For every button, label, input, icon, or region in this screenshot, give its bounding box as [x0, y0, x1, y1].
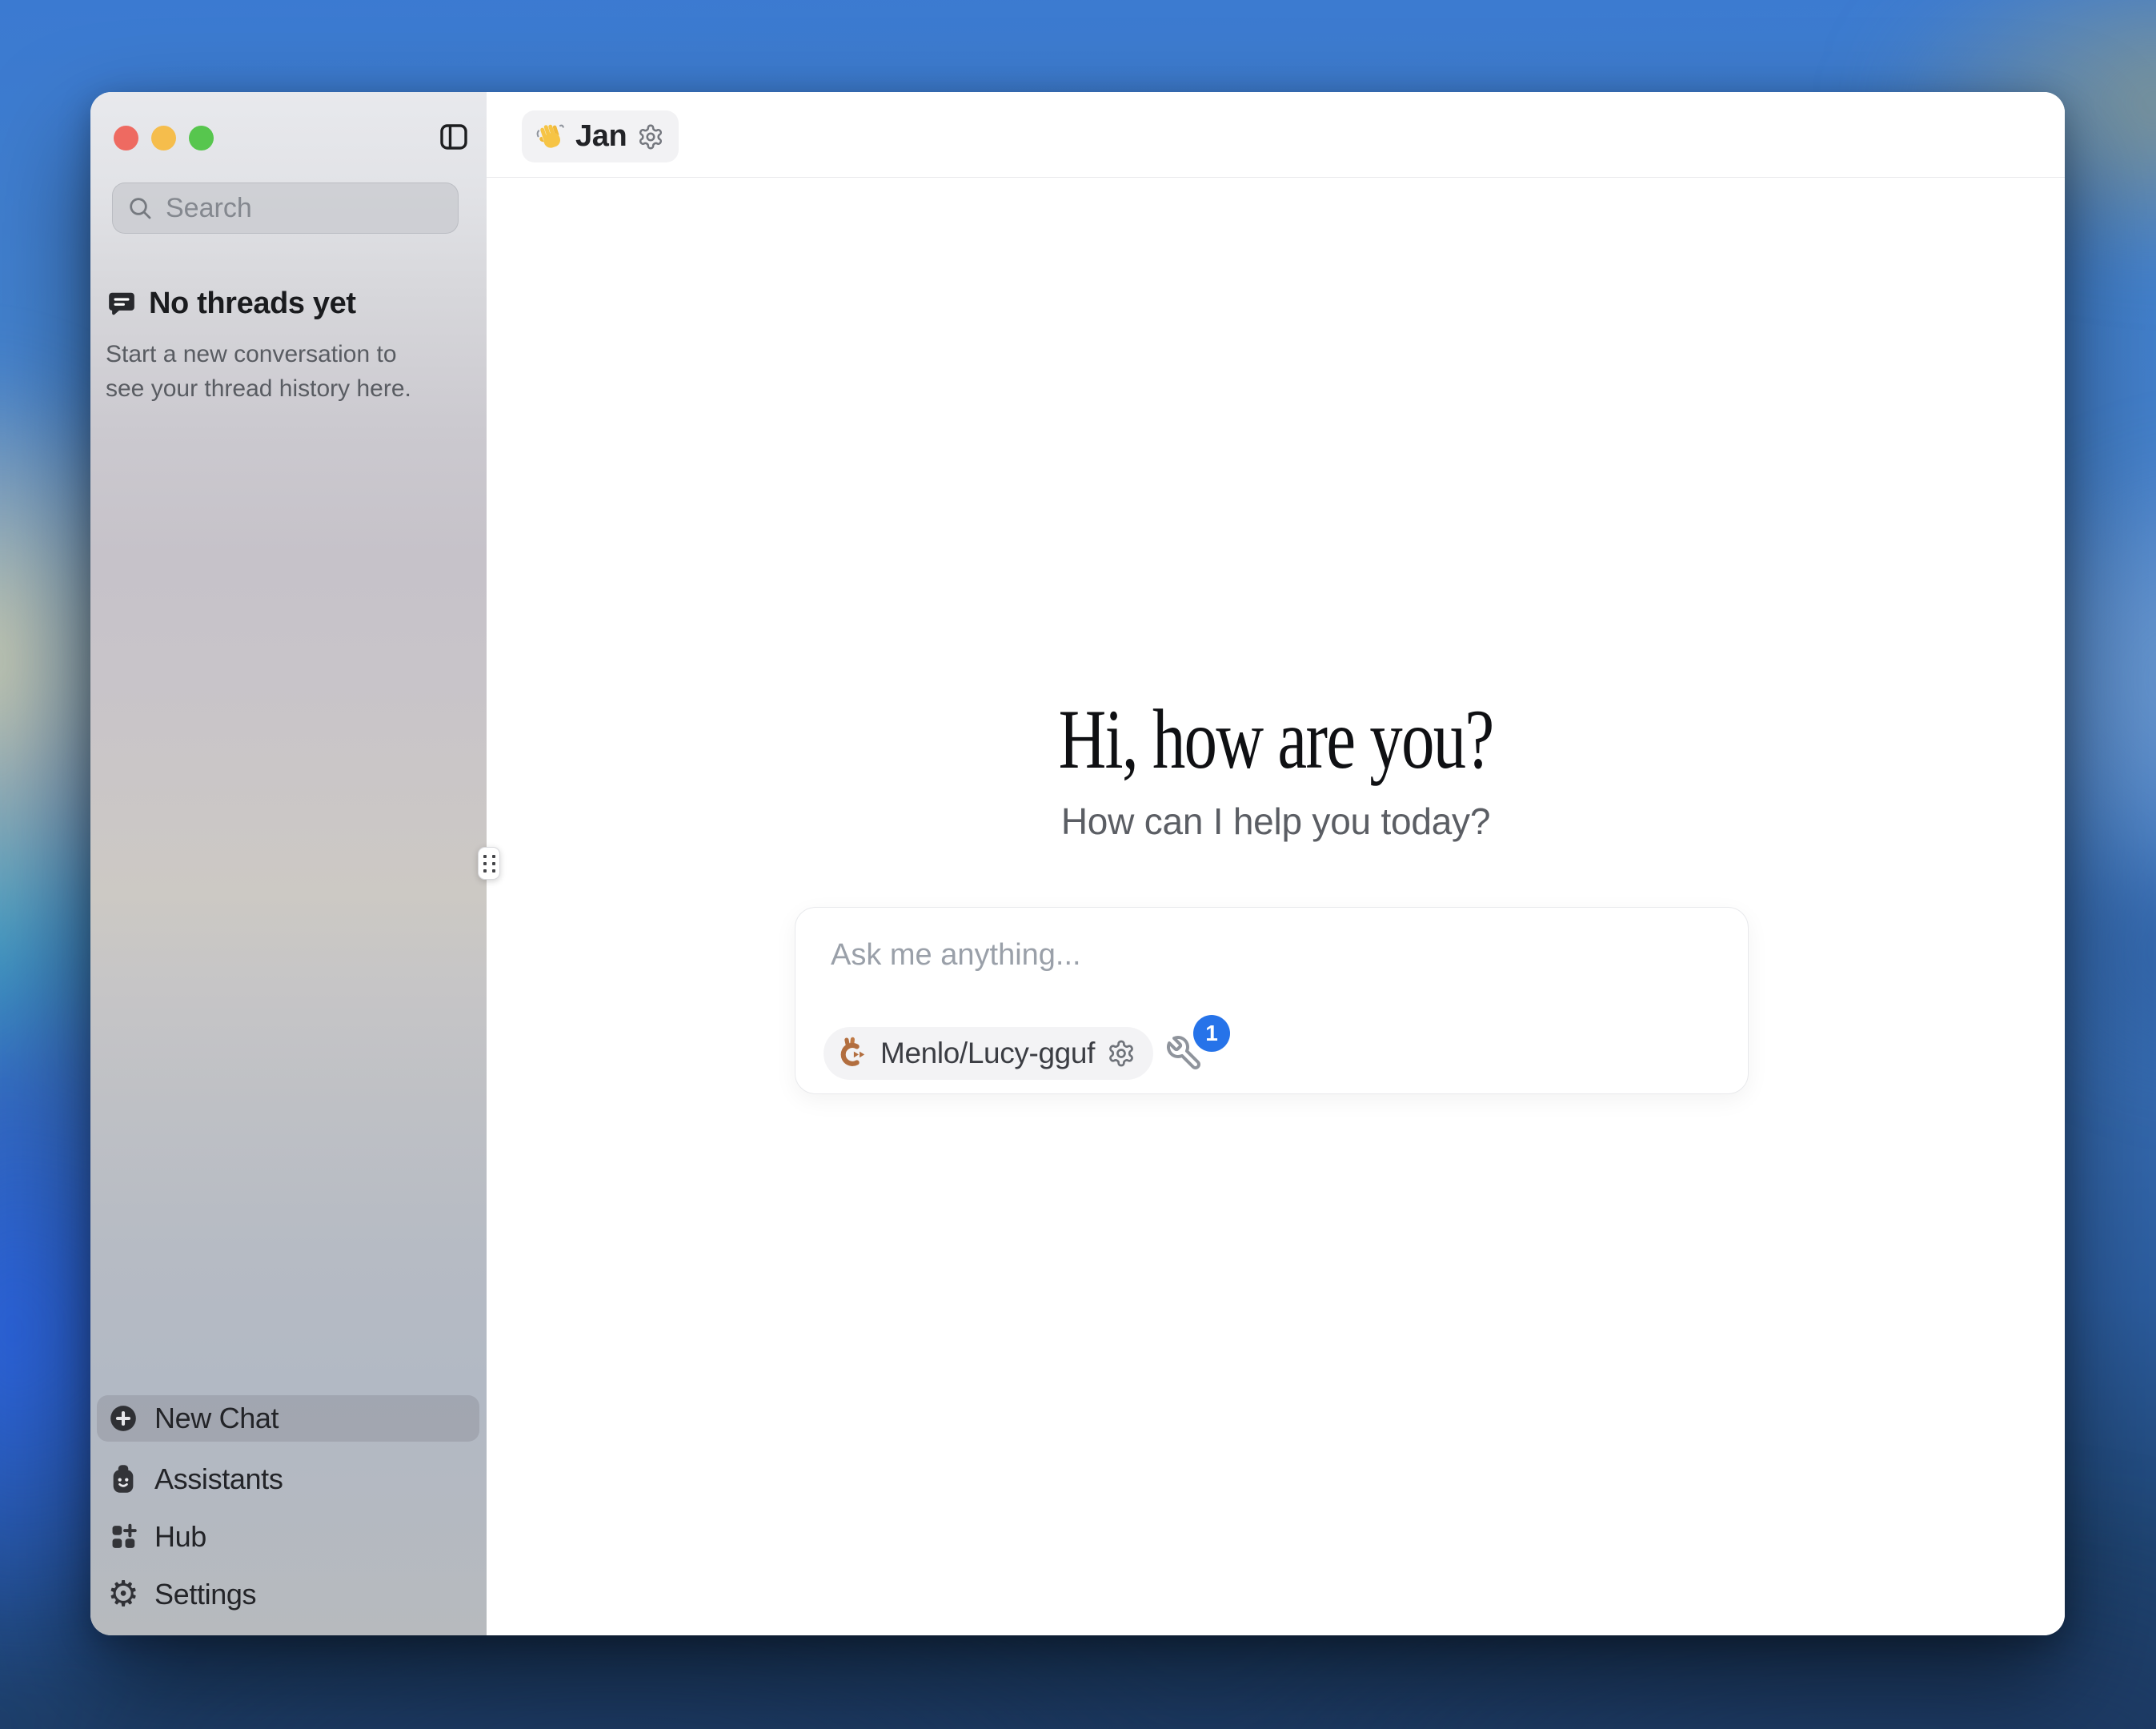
gear-icon: ⚙ — [107, 1579, 139, 1611]
sidebar-item-label: Assistants — [154, 1462, 283, 1496]
model-name: Menlo/Lucy-gguf — [880, 1037, 1095, 1070]
window-controls — [114, 126, 214, 150]
sidebar-item-settings[interactable]: ⚙ Settings — [97, 1571, 479, 1618]
toggle-sidebar-icon[interactable] — [440, 124, 467, 150]
search-icon — [127, 195, 153, 221]
jan-app-window: No threads yet Start a new conversation … — [90, 92, 2065, 1635]
tools-count-badge: 1 — [1193, 1015, 1230, 1052]
sidebar-item-new-chat[interactable]: New Chat — [97, 1395, 479, 1442]
main-header: Jan — [487, 92, 2065, 178]
greeting-subtitle: How can I help you today? — [487, 800, 2065, 843]
empty-state-description: Start a new conversation to see your thr… — [90, 337, 435, 406]
robot-icon — [107, 1463, 139, 1495]
tab-jan[interactable]: Jan — [522, 110, 679, 162]
sidebar-item-label: Settings — [154, 1578, 256, 1611]
desktop: No threads yet Start a new conversation … — [0, 0, 2156, 1729]
search-field[interactable] — [112, 183, 459, 234]
threads-empty-state: No threads yet Start a new conversation … — [90, 287, 459, 406]
model-provider-logo-icon — [835, 1037, 868, 1070]
empty-state-title: No threads yet — [149, 287, 356, 321]
sidebar-resize-handle[interactable] — [478, 847, 500, 880]
thread-settings-gear-icon[interactable] — [637, 123, 664, 150]
waving-hand-icon — [535, 122, 565, 152]
message-input[interactable] — [829, 937, 1709, 993]
chat-bubble-icon — [106, 289, 137, 319]
zoom-button[interactable] — [189, 126, 214, 150]
tab-label: Jan — [575, 119, 627, 154]
main-panel: Jan Hi, how are you? How can I help you … — [487, 92, 2065, 1635]
composer-card: Menlo/Lucy-gguf 1 — [795, 907, 1749, 1094]
sidebar-item-assistants[interactable]: Assistants — [97, 1456, 479, 1502]
sidebar-item-hub[interactable]: Hub — [97, 1514, 479, 1560]
search-input[interactable] — [164, 192, 443, 225]
minimize-button[interactable] — [151, 126, 176, 150]
close-button[interactable] — [114, 126, 138, 150]
grip-dots-icon — [483, 855, 495, 873]
greeting-title: Hi, how are you? — [487, 691, 2065, 788]
model-settings-gear-icon[interactable] — [1107, 1039, 1136, 1068]
sidebar-item-label: Hub — [154, 1520, 206, 1554]
sidebar: No threads yet Start a new conversation … — [90, 92, 487, 1635]
model-selector[interactable]: Menlo/Lucy-gguf — [824, 1027, 1153, 1080]
grid-plus-icon — [107, 1521, 139, 1553]
sidebar-item-label: New Chat — [154, 1402, 279, 1435]
plus-circle-icon — [107, 1402, 139, 1434]
